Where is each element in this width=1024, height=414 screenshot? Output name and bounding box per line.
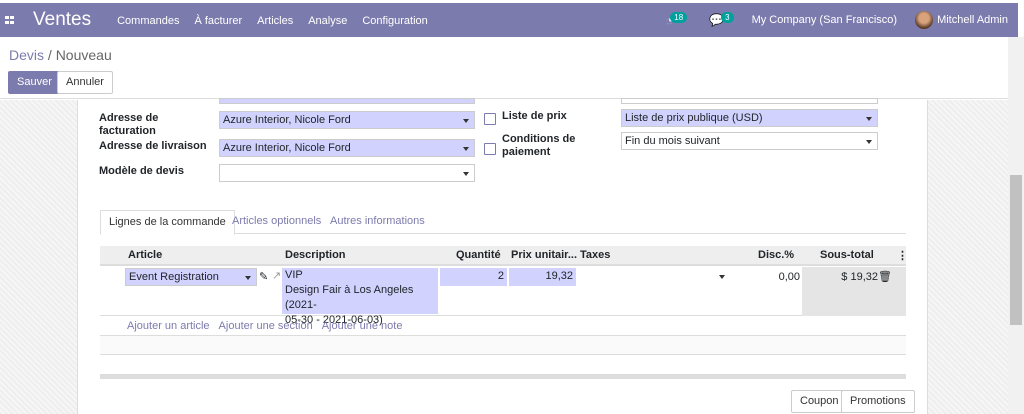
- subtotal-value: $ 19,32: [841, 271, 878, 283]
- caret-down-icon: [719, 275, 725, 282]
- menu-commandes[interactable]: Commandes: [117, 15, 179, 27]
- scrollbar-thumb[interactable]: [1010, 175, 1022, 325]
- col-subtotal[interactable]: Sous-total: [820, 249, 874, 261]
- col-quantity[interactable]: Quantité: [456, 249, 501, 261]
- tab-optional-products[interactable]: Articles optionnels: [224, 210, 329, 235]
- col-price[interactable]: Prix unitair...: [511, 249, 577, 261]
- invoice-address-select[interactable]: Azure Interior, Nicole Ford: [219, 111, 475, 129]
- column-options-icon[interactable]: ⋮: [897, 249, 908, 262]
- notebook-tabs: Lignes de la commande Articles optionnel…: [100, 210, 906, 235]
- pricelist-select[interactable]: Liste de prix publique (USD): [621, 109, 878, 127]
- breadcrumb-devis[interactable]: Devis: [9, 47, 44, 63]
- invoice-address-value: Azure Interior, Nicole Ford: [223, 114, 351, 126]
- pricelist-label: Liste de prix: [502, 110, 567, 122]
- payment-terms-value: Fin du mois suivant: [625, 135, 720, 147]
- cancel-button[interactable]: Annuler: [57, 71, 113, 94]
- caret-down-icon: [245, 276, 251, 283]
- external-link-icon[interactable]: [484, 113, 496, 125]
- activity-button[interactable]: ◔18: [665, 11, 688, 28]
- delivery-address-select[interactable]: Azure Interior, Nicole Ford: [219, 139, 475, 157]
- delivery-address-value: Azure Interior, Nicole Ford: [223, 142, 351, 154]
- menu-a-facturer[interactable]: À facturer: [194, 15, 242, 27]
- menu-analyse[interactable]: Analyse: [308, 15, 347, 27]
- col-article[interactable]: Article: [128, 249, 162, 261]
- external-link-icon[interactable]: ↗: [272, 269, 281, 282]
- control-panel: Devis / Nouveau Sauver Annuler: [0, 37, 1008, 99]
- table-scrollbar[interactable]: [100, 374, 906, 379]
- payment-terms-label: Conditions de paiement: [502, 133, 576, 158]
- article-value: Event Registration: [129, 271, 219, 283]
- add-section-link[interactable]: Ajouter une section: [219, 320, 313, 332]
- external-link-icon[interactable]: [484, 143, 496, 155]
- taxes-select[interactable]: [578, 268, 730, 286]
- article-select[interactable]: Event Registration: [125, 268, 257, 286]
- user-menu[interactable]: Mitchell Admin: [937, 14, 1008, 26]
- payment-terms-select[interactable]: Fin du mois suivant: [621, 132, 878, 150]
- tab-other-info[interactable]: Autres informations: [322, 210, 433, 235]
- avatar[interactable]: [915, 11, 934, 29]
- caret-down-icon: [463, 147, 469, 154]
- col-taxes[interactable]: Taxes: [580, 249, 610, 261]
- invoice-address-label: Adresse de facturation: [99, 112, 159, 137]
- messages-badge: 3: [721, 12, 734, 23]
- coupon-button[interactable]: Coupon: [791, 390, 848, 413]
- apps-menu-icon[interactable]: [5, 16, 15, 24]
- company-switcher[interactable]: My Company (San Francisco): [752, 14, 898, 26]
- add-note-link[interactable]: Ajouter une note: [322, 320, 403, 332]
- date-field[interactable]: [621, 98, 878, 104]
- template-label: Modèle de devis: [99, 165, 184, 177]
- top-navbar: Ventes Commandes À facturer Articles Analys…: [0, 3, 1018, 37]
- pricelist-value: Liste de prix publique (USD): [625, 112, 763, 124]
- trash-icon[interactable]: 🗑: [878, 270, 892, 283]
- promotions-button[interactable]: Promotions: [841, 390, 915, 413]
- breadcrumb: Devis / Nouveau: [9, 47, 112, 63]
- activity-badge: 18: [670, 11, 688, 23]
- caret-down-icon: [463, 119, 469, 126]
- description-field[interactable]: VIP Design Fair à Los Angeles (2021- 05-30…: [282, 268, 438, 326]
- menu-configuration[interactable]: Configuration: [362, 15, 427, 27]
- messages-button[interactable]: 💬3: [709, 12, 734, 27]
- menu-articles[interactable]: Articles: [257, 15, 293, 27]
- col-discount[interactable]: Disc.%: [758, 249, 794, 261]
- description-line: VIP: [285, 269, 303, 281]
- add-line-links: Ajouter un article Ajouter une section Ajo…: [127, 320, 411, 332]
- caret-down-icon: [463, 172, 469, 179]
- add-article-link[interactable]: Ajouter un article: [127, 320, 210, 332]
- description-line: Design Fair à Los Angeles (2021-: [285, 284, 414, 311]
- table-row[interactable]: Event Registration ✎ ↗ VIP Design Fair à …: [100, 267, 906, 326]
- app-name[interactable]: Ventes: [33, 9, 91, 31]
- empty-row: [100, 335, 906, 355]
- breadcrumb-current: Nouveau: [55, 47, 112, 63]
- delivery-address-label: Adresse de livraison: [99, 140, 207, 152]
- price-input[interactable]: 19,32: [509, 268, 576, 286]
- discount-value[interactable]: 0,00: [779, 271, 800, 283]
- partner-field[interactable]: [219, 98, 475, 104]
- tab-order-lines[interactable]: Lignes de la commande: [100, 210, 235, 235]
- template-select[interactable]: [219, 164, 475, 182]
- quantity-input[interactable]: 2: [440, 268, 507, 286]
- caret-down-icon: [866, 117, 872, 124]
- edit-pencil-icon[interactable]: ✎: [259, 270, 268, 283]
- save-button[interactable]: Sauver: [8, 71, 61, 94]
- table-header: Article Description Quantité Prix unitai…: [100, 246, 908, 266]
- caret-down-icon: [866, 140, 872, 147]
- col-description[interactable]: Description: [285, 249, 346, 261]
